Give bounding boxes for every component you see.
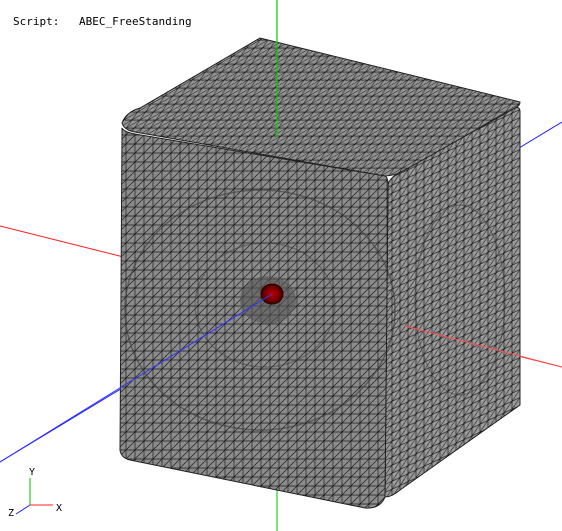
triad-y-label: Y bbox=[29, 467, 35, 478]
3d-viewport[interactable]: Script: ABEC_FreeStanding Y X Z bbox=[0, 0, 562, 531]
meshed-cabinet bbox=[119, 37, 521, 509]
scene-canvas: Y X Z bbox=[0, 0, 562, 531]
triad-z-label: Z bbox=[8, 508, 14, 519]
coordinate-triad-icon: Y X Z bbox=[8, 467, 62, 519]
triad-x-label: X bbox=[56, 503, 62, 514]
